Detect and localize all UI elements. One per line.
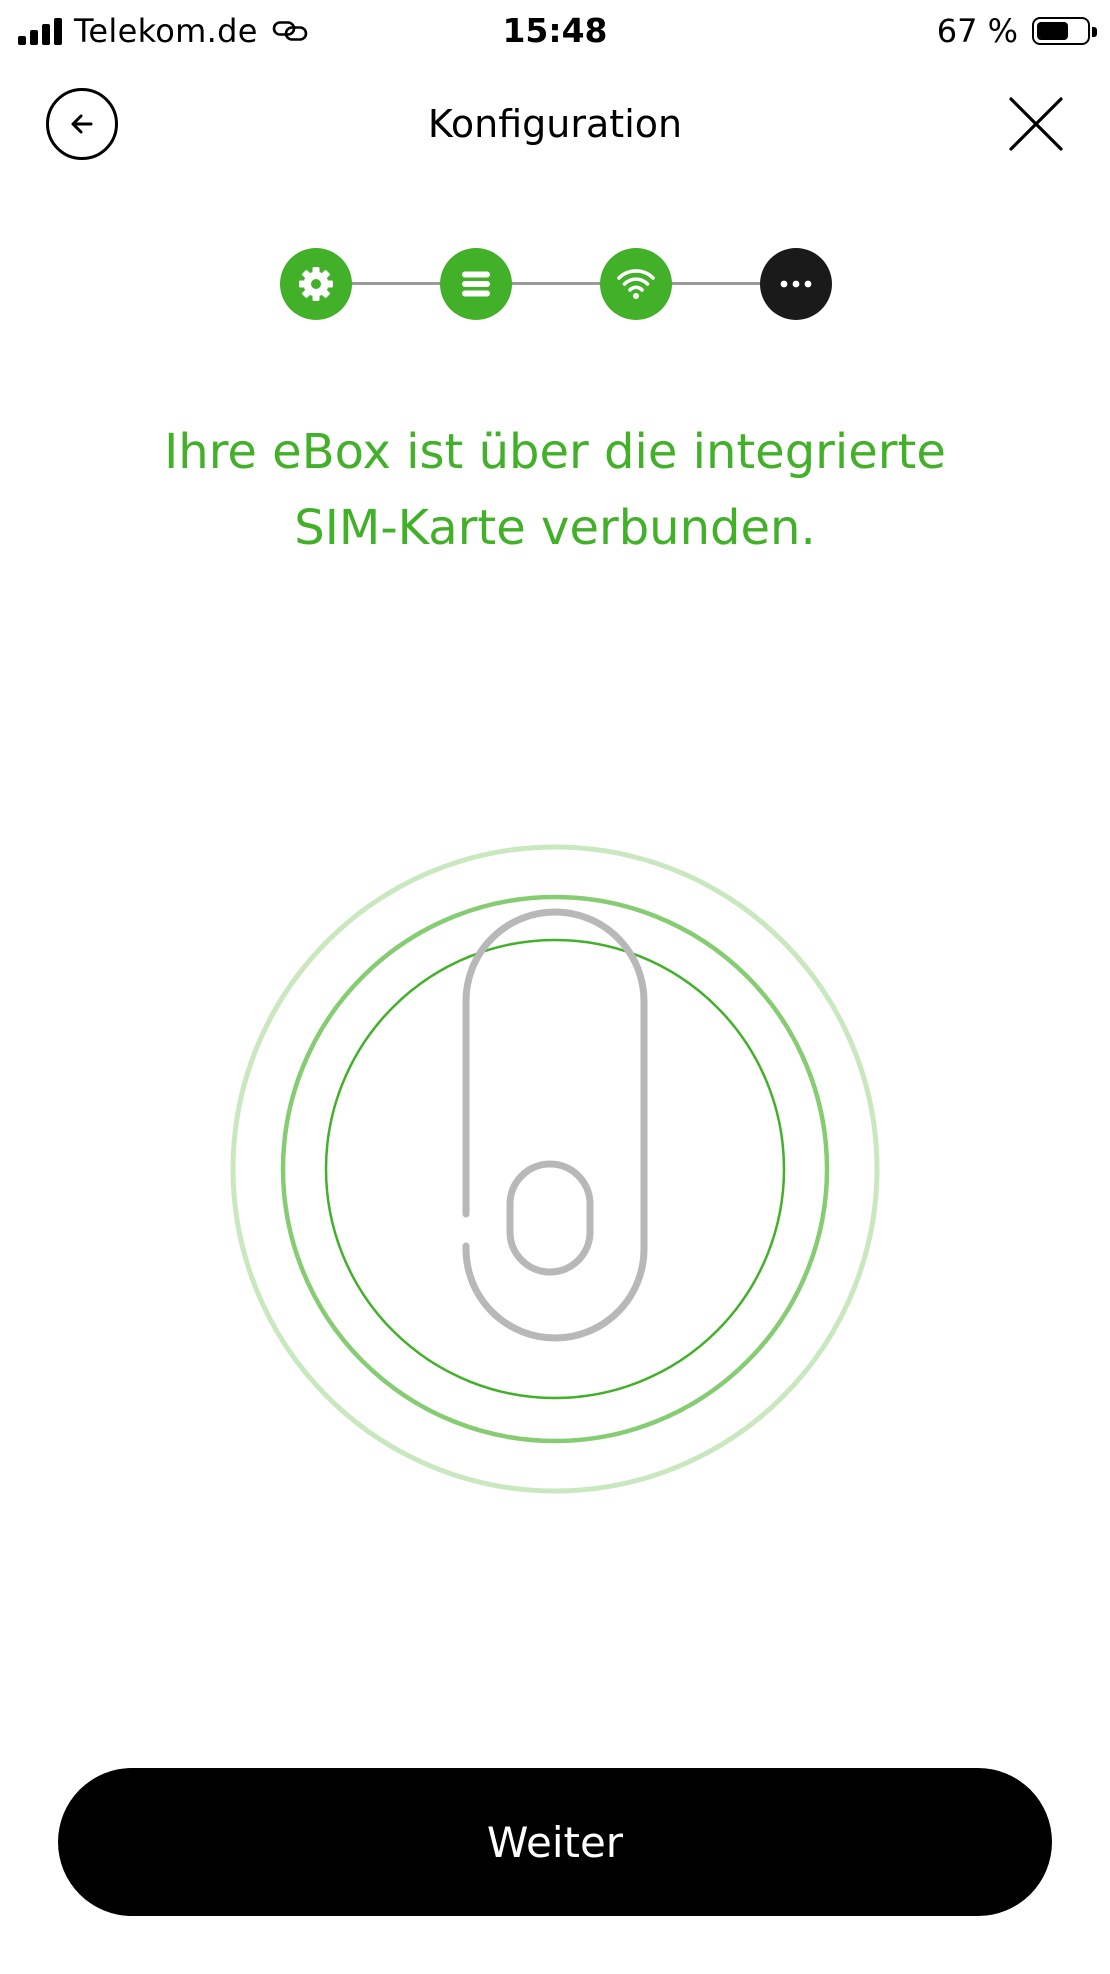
step-wifi [600,248,672,320]
battery-icon [1032,17,1097,45]
list-icon [462,271,490,297]
step-settings [280,248,352,320]
connection-message-line-1: Ihre eBox ist über die integrierte [164,424,946,480]
battery-fill [1037,22,1068,40]
outer-ring [230,844,880,1494]
page-title: Konfiguration [427,102,683,146]
ebox-illustration [230,844,880,1494]
middle-ring [280,894,830,1444]
status-bar-right: 67 % [936,10,1097,52]
stepper-line [316,282,796,285]
more-icon [780,280,812,288]
step-more [760,248,832,320]
connection-message: Ihre eBox ist über die integrierte SIM-K… [60,414,1050,566]
gear-icon [299,267,333,301]
continue-button[interactable]: Weiter [58,1768,1052,1916]
progress-stepper [280,248,832,320]
connection-message-line-2: SIM-Karte verbunden. [294,500,816,556]
step-list [440,248,512,320]
wifi-icon [617,269,655,299]
battery-percent: 67 % [936,12,1018,50]
inner-ring [324,938,786,1400]
status-bar: Telekom.de 15:48 67 % [0,0,1110,62]
close-icon [1009,97,1063,151]
close-button[interactable] [1004,92,1068,156]
ebox-device-icon [462,908,648,1342]
